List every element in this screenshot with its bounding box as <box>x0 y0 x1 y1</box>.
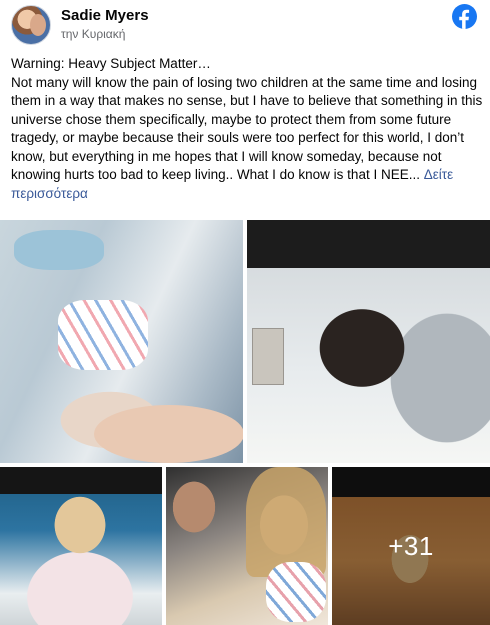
facebook-logo-icon <box>452 4 477 29</box>
post-text: Warning: Heavy Subject Matter… Not many … <box>11 55 483 203</box>
more-photos-overlay[interactable]: +31 <box>332 467 490 625</box>
photo-grid: +31 <box>0 220 490 625</box>
more-photos-count: +31 <box>388 530 434 561</box>
post-timestamp[interactable]: την Κυριακή <box>61 27 125 41</box>
author-name[interactable]: Sadie Myers <box>61 7 149 24</box>
photo-5-more[interactable]: +31 <box>332 467 490 625</box>
post-text-body-content: Not many will know the pain of losing tw… <box>11 74 483 183</box>
post-text-warning: Warning: Heavy Subject Matter… <box>11 56 211 71</box>
photo-2[interactable] <box>247 220 490 463</box>
photo-1[interactable] <box>0 220 243 463</box>
facebook-post: Sadie Myers την Κυριακή Warning: Heavy S… <box>0 0 490 625</box>
post-header: Sadie Myers την Κυριακή <box>0 0 490 50</box>
photo-3[interactable] <box>0 467 162 625</box>
photo-4[interactable] <box>166 467 328 625</box>
post-text-body: Not many will know the pain of losing tw… <box>11 74 483 204</box>
avatar[interactable] <box>11 5 51 45</box>
